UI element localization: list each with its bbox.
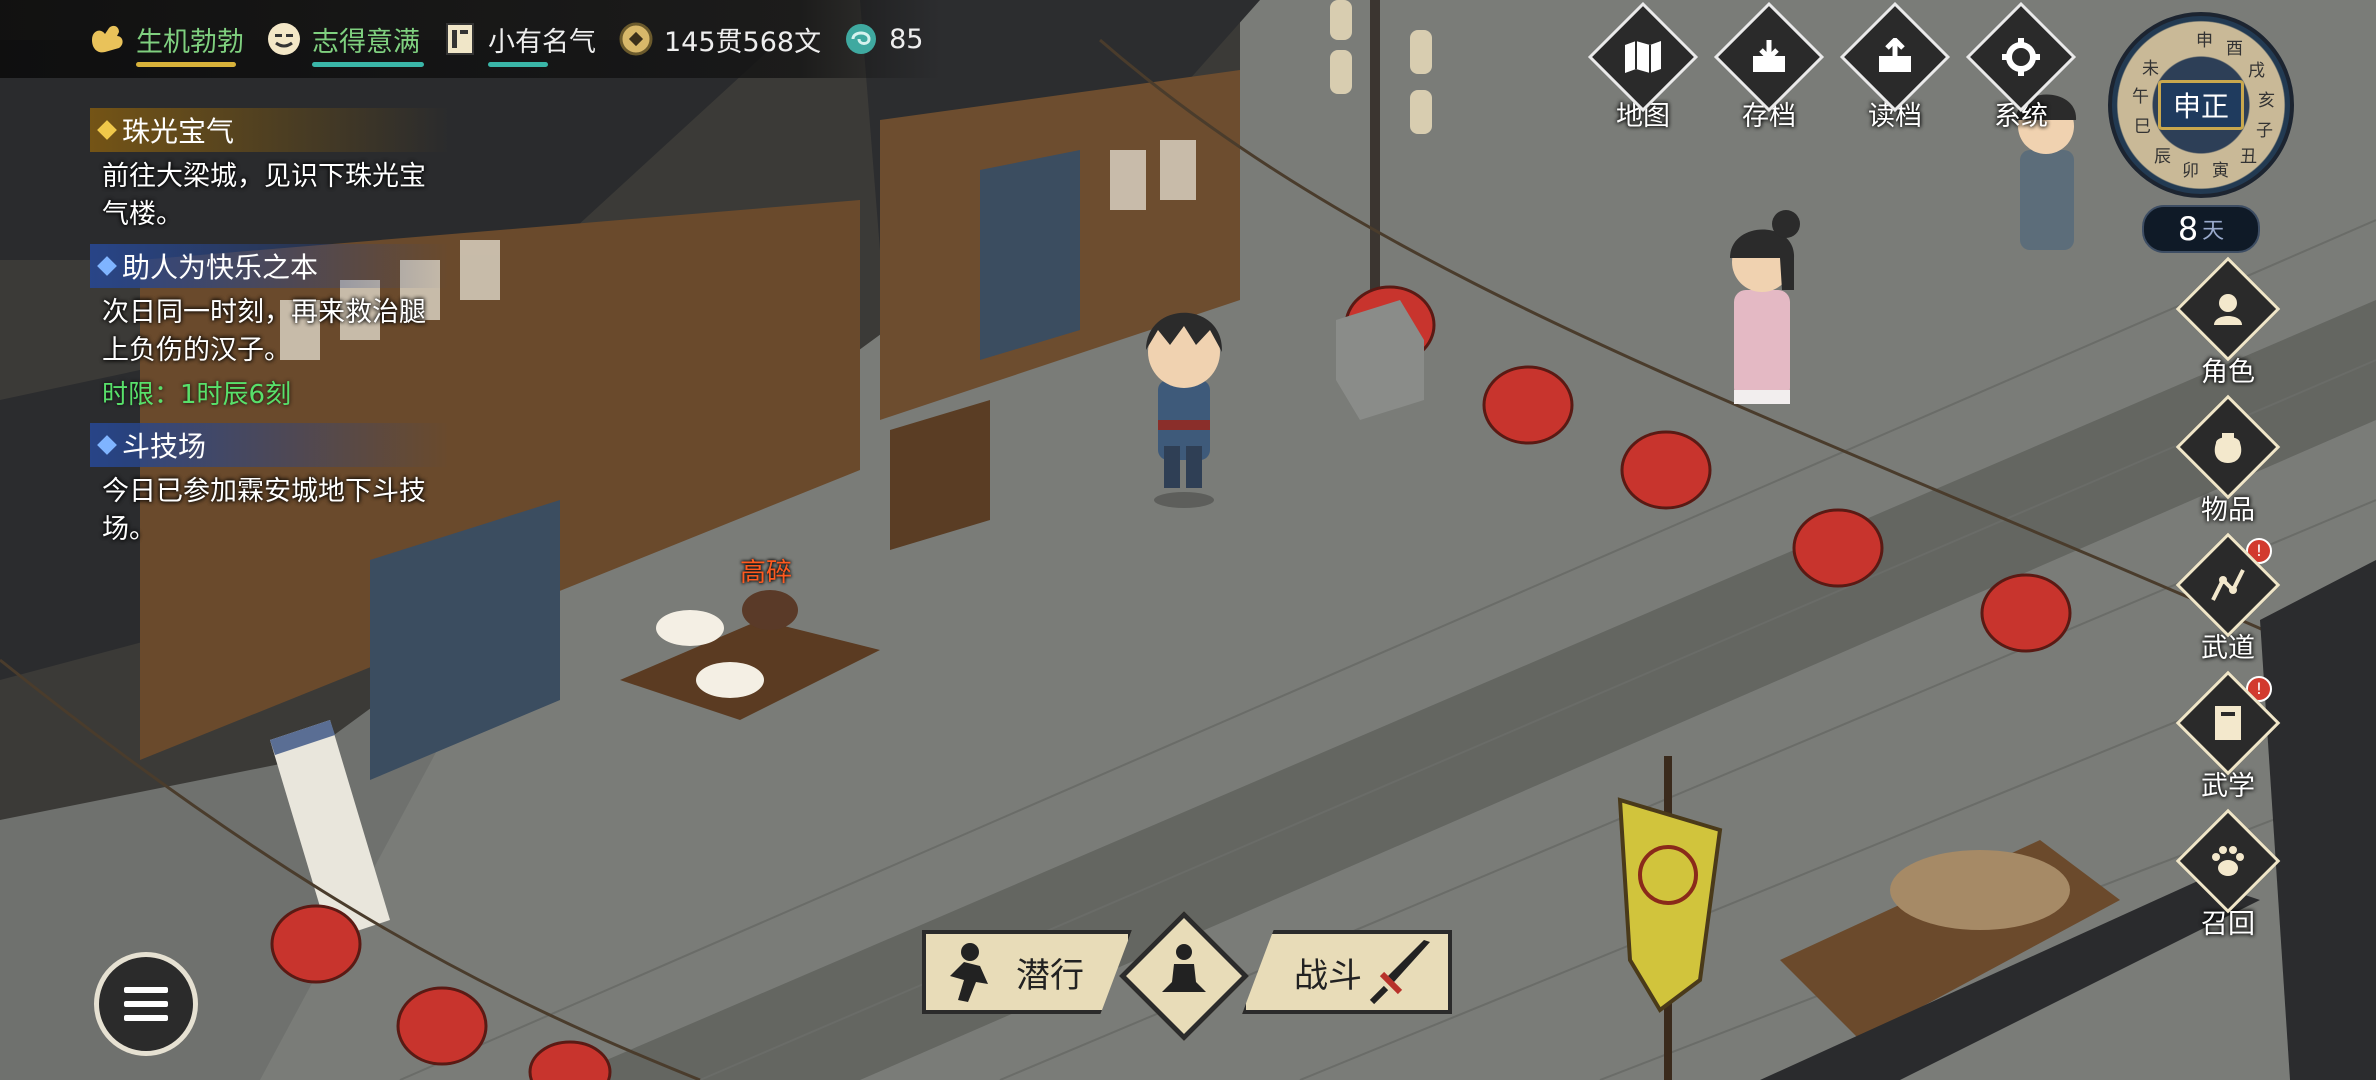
meditate-button[interactable] xyxy=(1118,910,1250,1042)
sneak-label: 潜行 xyxy=(1016,955,1084,996)
fame-bar xyxy=(488,61,548,67)
mood-label: 志得意满 xyxy=(312,26,420,58)
clock-glyph: 卯 xyxy=(2182,161,2199,181)
clock-glyph: 寅 xyxy=(2212,161,2229,181)
clock-glyph: 未 xyxy=(2142,59,2159,79)
recall-button[interactable]: 召回 xyxy=(2175,808,2281,940)
clock-glyph: 申 xyxy=(2196,31,2213,51)
system-button[interactable]: 系统 xyxy=(1965,1,2077,132)
quest-desc-1: 前往大梁城，见识下珠光宝气楼。 xyxy=(102,161,426,230)
quest-marker-icon xyxy=(97,256,117,276)
current-time-label: 申正 xyxy=(2157,80,2245,130)
fame-label: 小有名气 xyxy=(488,26,596,58)
character-icon xyxy=(2194,275,2262,343)
quest-panel: 珠光宝气 前往大梁城，见识下珠光宝气楼。 助人为快乐之本 次日同一时刻，再来救治… xyxy=(90,108,450,559)
fame-status: 小有名气 xyxy=(440,19,596,67)
quest-title-1[interactable]: 珠光宝气 xyxy=(90,108,450,152)
fight-label: 战斗 xyxy=(1294,955,1362,996)
clock-glyph: 辰 xyxy=(2154,147,2171,167)
health-bar xyxy=(136,61,236,67)
load-button[interactable]: 读档 xyxy=(1839,1,1951,132)
smile-face-icon xyxy=(264,19,304,59)
clock-glyph: 丑 xyxy=(2240,147,2257,167)
sneak-icon xyxy=(950,943,988,1002)
quest-time-limit: 时限：1时辰6刻 xyxy=(102,380,292,410)
mood-bar xyxy=(312,61,424,67)
clock-glyph: 亥 xyxy=(2258,91,2275,111)
money-label: 145贯568文 xyxy=(664,26,822,58)
book-icon xyxy=(2194,689,2262,757)
hamburger-icon xyxy=(124,987,168,993)
action-bar: 潜行 战斗 xyxy=(922,910,1452,1042)
coin-icon xyxy=(616,19,656,59)
martial-path-icon xyxy=(2194,551,2262,619)
quest-desc-3: 今日已参加霖安城地下斗技场。 xyxy=(102,476,426,545)
quest-marker-icon xyxy=(97,120,117,140)
health-label: 生机勃勃 xyxy=(136,26,244,58)
bag-icon xyxy=(2194,413,2262,481)
health-status: 生机勃勃 xyxy=(88,19,244,67)
day-unit: 天 xyxy=(2202,219,2225,244)
clock-glyph: 巳 xyxy=(2134,117,2151,137)
scroll-icon xyxy=(440,19,480,59)
time-dial[interactable]: 申 酉 戌 亥 子 丑 寅 卯 辰 巳 午 未 申正 xyxy=(2108,12,2294,198)
muscle-icon xyxy=(88,19,128,59)
clock-glyph: 酉 xyxy=(2226,39,2243,59)
sword-icon xyxy=(1369,940,1430,1005)
mood-status: 志得意满 xyxy=(264,19,424,67)
quest-title-3[interactable]: 斗技场 xyxy=(90,423,450,467)
fight-button[interactable]: 战斗 xyxy=(1242,930,1452,1014)
quest-marker-icon xyxy=(97,435,117,455)
paw-icon xyxy=(2194,827,2262,895)
sneak-button[interactable]: 潜行 xyxy=(922,930,1132,1014)
status-bar: 生机勃勃 志得意满 小有名气 145贯568文 85 xyxy=(0,0,940,78)
quest-title-2[interactable]: 助人为快乐之本 xyxy=(90,244,450,288)
npc-name-label[interactable]: 高碎 xyxy=(740,552,792,589)
save-button[interactable]: 存档 xyxy=(1713,1,1825,132)
items-button[interactable]: 物品 xyxy=(2175,394,2281,526)
load-icon xyxy=(1859,21,1931,93)
clock-glyph: 子 xyxy=(2256,121,2273,141)
martial-arts-button[interactable]: ! 武学 xyxy=(2175,670,2281,802)
map-icon xyxy=(1607,21,1679,93)
clock-glyph: 午 xyxy=(2132,87,2149,107)
save-icon xyxy=(1733,21,1805,93)
gear-icon xyxy=(1985,21,2057,93)
quest-desc-2: 次日同一时刻，再来救治腿上负伤的汉子。 xyxy=(102,297,426,366)
day-counter: 8 天 xyxy=(2142,205,2260,253)
main-menu-button[interactable] xyxy=(94,952,198,1056)
money-status: 145贯568文 xyxy=(616,19,821,59)
character-button[interactable]: 角色 xyxy=(2175,256,2281,388)
meditate-icon xyxy=(1162,944,1206,992)
martial-path-button[interactable]: ! 武道 xyxy=(2175,532,2281,664)
day-number: 8 xyxy=(2177,210,2199,248)
clock-glyph: 戌 xyxy=(2248,61,2265,81)
jade-icon xyxy=(841,19,881,59)
map-button[interactable]: 地图 xyxy=(1587,1,1699,132)
jade-label: 85 xyxy=(889,23,924,55)
jade-status: 85 xyxy=(841,19,923,59)
